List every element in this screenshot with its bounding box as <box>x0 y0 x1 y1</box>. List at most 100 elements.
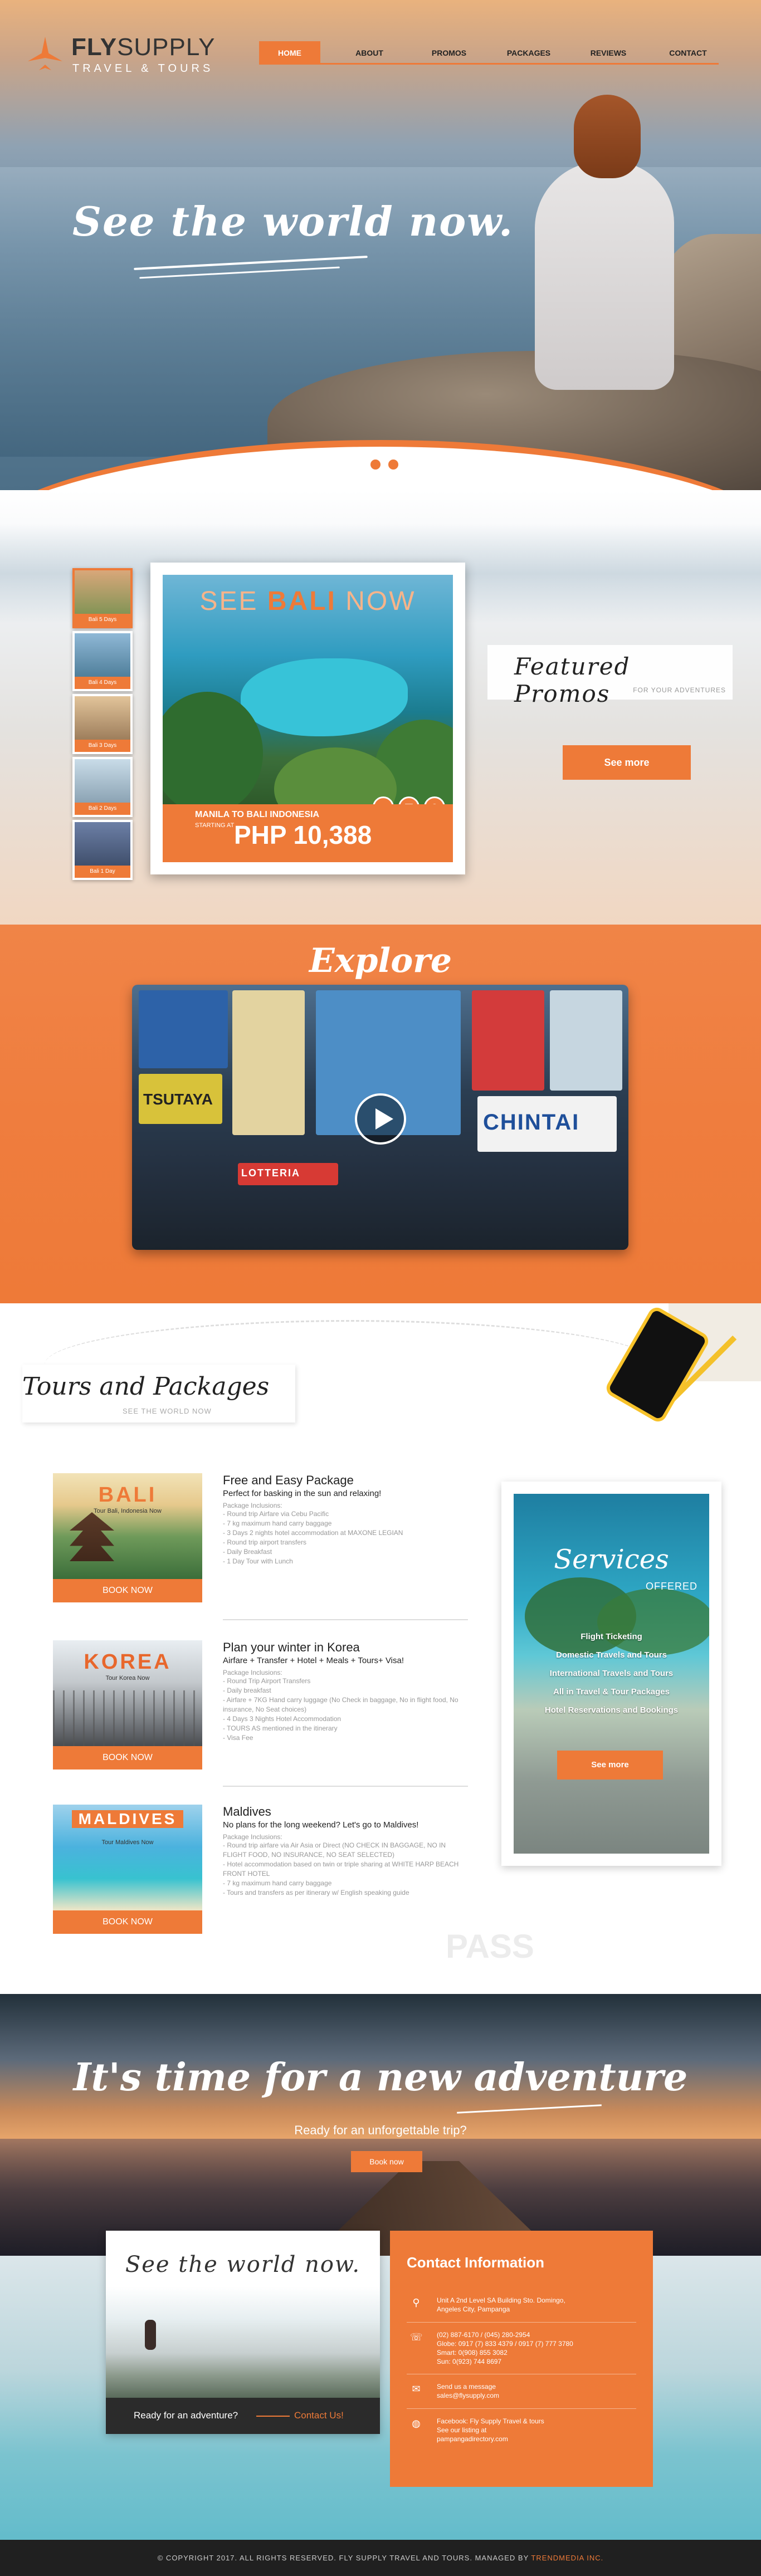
play-icon[interactable] <box>355 1093 406 1145</box>
package-title[interactable]: Maldives <box>223 1805 468 1819</box>
slider-dot-2[interactable] <box>369 458 382 471</box>
hero-title: See the world now. <box>72 198 514 245</box>
promo-thumb-2[interactable]: Bali 4 Days <box>72 631 133 691</box>
package-inclusions-label: Package Inclusions: <box>223 1502 282 1509</box>
package-lead: Airfare + Transfer + Hotel + Meals + Tou… <box>223 1656 404 1665</box>
hiker-shape <box>145 2320 156 2350</box>
mail-icon: ✉ <box>412 2383 421 2394</box>
promo-thumb-4[interactable]: Bali 2 Days <box>72 757 133 817</box>
book-now-button[interactable]: BOOK NOW <box>53 1579 202 1602</box>
hero-person <box>535 162 674 390</box>
promos-section: Bali 5 Days Bali 4 Days Bali 3 Days Bali… <box>0 490 761 925</box>
contact-card-image <box>106 2286 380 2398</box>
package-inclusions-label: Package Inclusions: <box>223 1833 282 1841</box>
contact-line[interactable]: Smart: 0(908) 855 3082 <box>437 2348 636 2357</box>
promo-thumb-caption: Bali 2 Days <box>75 803 130 815</box>
package-image-tag: Tour Maldives Now <box>101 1839 154 1846</box>
promo-thumbnails: Bali 5 Days Bali 4 Days Bali 3 Days Bali… <box>72 568 133 883</box>
sign-chintai: CHINTAI <box>483 1110 580 1135</box>
location-pin-icon: ⚲ <box>412 2297 420 2308</box>
directory-link[interactable]: pampangadirectory.com <box>437 2435 636 2443</box>
explore-video[interactable]: CHINTAI LOTTERIA TSUTAYA <box>132 985 628 1250</box>
package-image-name: MALDIVES <box>72 1810 183 1828</box>
camera-icon: ◉ <box>424 796 445 804</box>
promo-thumb-1[interactable]: Bali 5 Days <box>72 568 133 628</box>
promo-thumb-3[interactable]: Bali 3 Days <box>72 694 133 754</box>
list-item: - Hotel accommodation based on twin or t… <box>223 1860 459 1878</box>
contact-line: Send us a message <box>437 2383 496 2391</box>
book-now-button[interactable]: Book now <box>351 2151 422 2172</box>
pool-shape <box>241 658 408 736</box>
promo-head-see: SEE <box>199 586 267 616</box>
promo-thumb-caption: Bali 1 Day <box>75 866 130 878</box>
list-item: Domestic Travels and Tours <box>556 1650 667 1660</box>
contact-promo-card: See the world now. Ready for an adventur… <box>106 2231 380 2434</box>
menu-item-reviews[interactable]: REVIEWS <box>578 41 639 65</box>
tours-section: PASS Tours and Packages SEE THE WORLD NO… <box>0 1303 761 1994</box>
adventure-underline <box>457 2104 602 2114</box>
book-now-button[interactable]: BOOK NOW <box>53 1910 202 1934</box>
trees-shape <box>53 1690 202 1746</box>
contact-row-address: ⚲ Unit A 2nd Level SA Building Sto. Domi… <box>407 2288 636 2323</box>
package-lead: Perfect for basking in the sun and relax… <box>223 1489 382 1498</box>
package-title[interactable]: Free and Easy Package <box>223 1473 468 1488</box>
menu-item-home[interactable]: HOME <box>259 41 320 65</box>
package-details: Free and Easy Package Perfect for baskin… <box>223 1473 468 1566</box>
package-inclusions: - Round trip Airfare via Cebu Pacific - … <box>223 1509 468 1566</box>
list-item: - Round trip airport transfers <box>223 1538 307 1546</box>
menu-item-about[interactable]: ABOUT <box>339 41 400 65</box>
promo-head-now: NOW <box>336 586 416 616</box>
hotel-icon: ⌂ <box>373 796 394 804</box>
package-inclusions: - Round trip airfare via Air Asia or Dir… <box>223 1841 468 1898</box>
divider <box>223 1619 468 1620</box>
facebook-link[interactable]: Facebook: Fly Supply Travel & tours <box>437 2417 636 2426</box>
promo-headline: SEE BALI NOW <box>163 586 453 617</box>
package-details: Maldives No plans for the long weekend? … <box>223 1805 468 1898</box>
services-see-more-button[interactable]: See more <box>557 1751 663 1780</box>
package-image[interactable]: MALDIVES Tour Maldives Now <box>53 1805 202 1910</box>
package-image[interactable]: KOREA Tour Korea Now <box>53 1640 202 1746</box>
logo[interactable]: FLYSUPPLY TRAVEL & TOURS <box>27 32 238 77</box>
promo-image: SEE BALI NOW ⌂ ▣ ◉ <box>163 575 453 804</box>
contact-line: Unit A 2nd Level SA Building Sto. Doming… <box>437 2296 565 2304</box>
list-item: Hotel Reservations and Bookings <box>544 1705 679 1715</box>
contact-line[interactable]: (02) 887-6170 / (045) 280-2954 <box>437 2330 636 2339</box>
list-item: - 1 Day Tour with Lunch <box>223 1557 293 1565</box>
luggage-icon: ▣ <box>398 796 419 804</box>
promo-card[interactable]: SEE BALI NOW ⌂ ▣ ◉ MANILA TO BALI INDONE… <box>150 563 465 874</box>
promo-feature-icons: ⌂ ▣ ◉ <box>373 796 445 804</box>
sign-tsutaya: TSUTAYA <box>143 1091 213 1108</box>
contact-card-title: See the world now. <box>125 2252 361 2277</box>
menu-item-promos[interactable]: PROMOS <box>418 41 480 65</box>
package-title[interactable]: Plan your winter in Korea <box>223 1640 468 1655</box>
contact-card-bar: Ready for an adventure? Contact Us! <box>106 2398 380 2434</box>
contact-ready-text: Ready for an adventure? <box>134 2410 238 2421</box>
menu-item-contact[interactable]: CONTACT <box>657 41 719 65</box>
package-details: Plan your winter in Korea Airfare + Tran… <box>223 1640 468 1743</box>
package-image-name: KOREA <box>84 1650 172 1674</box>
contact-info-title: Contact Information <box>407 2254 544 2271</box>
book-now-button[interactable]: BOOK NOW <box>53 1746 202 1770</box>
services-subtitle: OFFERED <box>645 1581 697 1592</box>
email-link[interactable]: sales@flysupply.com <box>437 2391 636 2400</box>
menu-item-packages[interactable]: PACKAGES <box>498 41 559 65</box>
list-item: - Round trip Airfare via Cebu Pacific <box>223 1510 329 1518</box>
flight-path-decoration <box>45 1320 657 1365</box>
slider-dot-3[interactable] <box>387 458 400 471</box>
list-item: - Daily Breakfast <box>223 1548 272 1556</box>
slider-dot-1[interactable] <box>351 458 364 471</box>
contact-line: See our listing at <box>437 2426 487 2434</box>
contact-line[interactable]: Sun: 0(923) 744 8697 <box>437 2357 636 2366</box>
globe-icon: ◍ <box>412 2418 421 2429</box>
package-inclusions: - Round Trip Airport Transfers - Daily b… <box>223 1676 468 1743</box>
contact-line[interactable]: Globe: 0917 (7) 833 4379 / 0917 (7) 777 … <box>437 2339 636 2348</box>
manager-link[interactable]: TRENDMEDIA INC. <box>531 2554 603 2562</box>
list-item: - 7 kg maximum hand carry baggage <box>223 1519 332 1527</box>
billboard <box>232 990 305 1135</box>
promo-thumb-5[interactable]: Bali 1 Day <box>72 820 133 880</box>
adventure-banner: It's time for a new adventure Ready for … <box>0 1994 761 2256</box>
package-image[interactable]: BALI Tour Bali, Indonesia Now <box>53 1473 202 1579</box>
contact-us-link[interactable]: Contact Us! <box>294 2410 344 2421</box>
slider-dots <box>351 458 400 471</box>
promos-see-more-button[interactable]: See more <box>563 745 691 780</box>
